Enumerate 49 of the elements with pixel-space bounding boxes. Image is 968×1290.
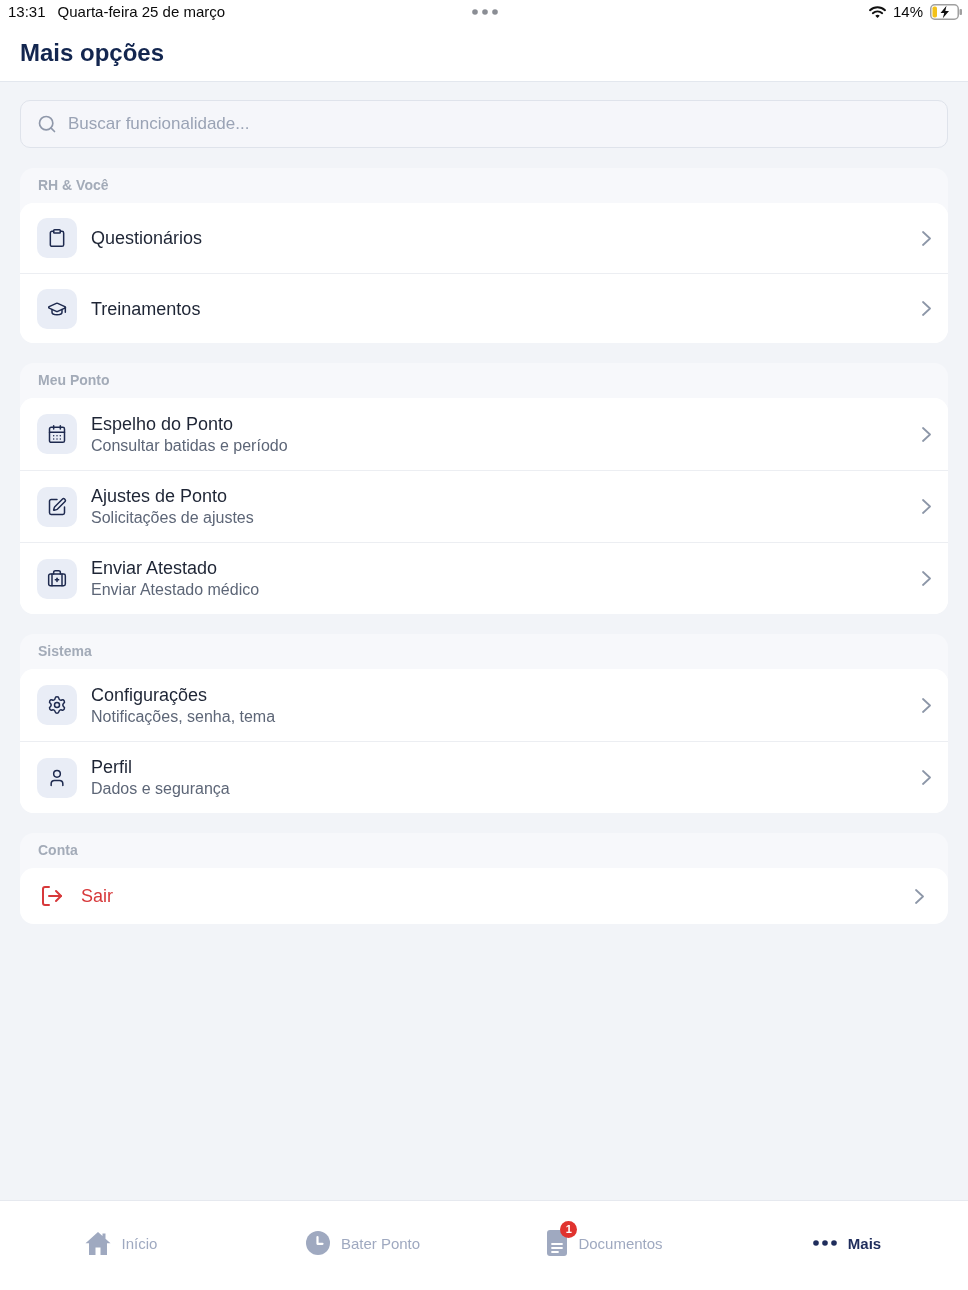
item-title: Sair [81, 885, 113, 907]
user-icon [37, 757, 77, 798]
battery-charging-icon [930, 4, 962, 20]
notification-badge: 1 [560, 1221, 578, 1238]
home-icon [84, 1231, 111, 1255]
clock-icon [305, 1231, 330, 1255]
item-subtitle: Dados e segurança [91, 779, 230, 799]
search-icon [37, 114, 57, 134]
tab-item[interactable]: 1 Documentos [545, 1221, 665, 1265]
section-title: Conta [38, 842, 78, 859]
item-title: Ajustes de Ponto [91, 485, 228, 507]
status-time: 13:31 [8, 3, 46, 21]
tab-item[interactable]: Mais [810, 1221, 884, 1265]
document-icon [547, 1230, 568, 1256]
calendar-icon [37, 414, 77, 454]
chevron-right-icon [922, 571, 931, 586]
graduation-cap-icon [37, 288, 77, 329]
item-title: Espelho do Ponto [91, 412, 234, 435]
settings-icon [37, 685, 77, 725]
section-title: Meu Ponto [38, 372, 110, 389]
chevron-right-icon [922, 301, 931, 316]
status-date: Quarta-feira 25 de março [57, 3, 226, 21]
chevron-right-icon [922, 230, 931, 246]
pen-square-icon [37, 486, 77, 527]
chevron-right-icon [922, 770, 931, 785]
chevron-right-icon [922, 697, 931, 713]
item-title: Configurações [91, 683, 208, 706]
multitasking-dots-icon[interactable] [472, 9, 498, 15]
clipboard-icon [37, 218, 77, 258]
item-subtitle: Enviar Atestado médico [91, 580, 260, 600]
item-title: Treinamentos [91, 297, 201, 320]
item-title: Questionários [91, 227, 203, 249]
item-subtitle: Solicitações de ajustes [91, 508, 254, 528]
chevron-right-icon [922, 499, 931, 514]
search-field[interactable]: Buscar funcionalidade... [20, 100, 948, 148]
chevron-right-icon [915, 888, 924, 904]
section-title: Sistema [38, 643, 92, 660]
item-title: Enviar Atestado [91, 557, 218, 579]
medical-case-icon [37, 558, 77, 599]
more-icon [812, 1240, 837, 1246]
logout-icon [40, 884, 64, 908]
chevron-right-icon [922, 426, 931, 442]
item-subtitle: Notificações, senha, tema [91, 706, 276, 727]
battery-percentage: 14% [892, 3, 923, 21]
item-subtitle: Consultar batidas e período [91, 435, 288, 456]
section-title: RH & Você [38, 177, 109, 194]
item-title: Perfil [91, 756, 132, 778]
wifi-icon [868, 6, 886, 18]
page-title: Mais opções [20, 37, 165, 68]
